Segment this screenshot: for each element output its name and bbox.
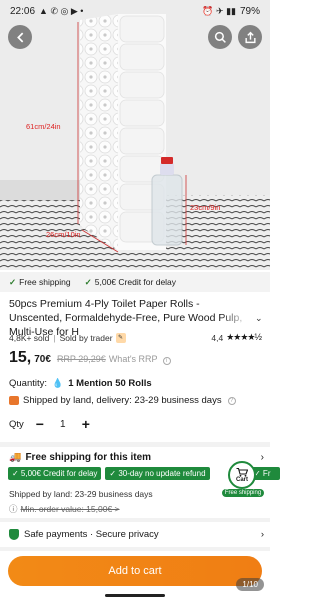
search-button[interactable] (208, 25, 232, 49)
quantity-value[interactable]: 1 (48, 419, 78, 430)
land-shipping-text: Shipped by land: 23-29 business days (9, 489, 153, 499)
trader-badge-icon: ✎ (115, 332, 126, 343)
safe-payments-text: Safe payments · Secure privacy (24, 529, 159, 540)
sold-count: 4,8K+ sold (9, 332, 50, 343)
safe-payments-row[interactable]: Safe payments · Secure privacy › (9, 529, 264, 540)
shipping-tags: ✓ 5,00€ Credit for delay ✓ 30-day no upd… (8, 467, 210, 480)
section-divider (0, 547, 270, 551)
chevron-left-icon (16, 32, 23, 42)
increment-button[interactable]: + (78, 416, 94, 432)
status-bar: 22:06 ▲ ✆ ◎ ▶ • ⏰ ✈ ▮▮ 79% (0, 0, 270, 22)
benefits-strip[interactable]: ✓ Free shipping ✓ 5,00€ Credit for delay (0, 272, 270, 292)
truck-icon: 🚚 (9, 452, 22, 463)
battery-level: 79% (239, 5, 260, 17)
cart-label: Cart (235, 476, 248, 483)
home-indicator[interactable] (105, 594, 165, 597)
share-icon (244, 31, 256, 43)
width-dimension-label: 26cm/10in (46, 230, 81, 239)
shopping-cart-icon (236, 467, 248, 477)
decrement-button[interactable]: − (32, 416, 48, 432)
what-rrp-link[interactable]: What's RRP (109, 354, 158, 364)
signal-icons: ⏰ ✈ ▮▮ (202, 5, 236, 16)
info-icon[interactable]: ? (227, 396, 236, 405)
delay-credit-tag: ✓ 5,00€ Credit for delay (8, 467, 102, 480)
share-button[interactable] (238, 25, 262, 49)
shipping-title: Free shipping for this item (25, 452, 152, 463)
bottle-dimension-label: 23cm/9in (190, 203, 221, 212)
info-icon[interactable]: i (162, 357, 171, 365)
qty-row: Qty − 1 + (9, 416, 94, 432)
rating-stars: ★★★★½ (226, 332, 262, 342)
rrp-price: RRP 29,29€ (56, 354, 106, 364)
delivery-row[interactable]: Shipped by land, delivery: 23-29 busines… (9, 395, 236, 406)
back-button[interactable] (8, 25, 32, 49)
qty-label: Qty (9, 418, 24, 430)
image-counter: 1/10 (236, 578, 264, 591)
delivery-text: Shipped by land, delivery: 23-29 busines… (23, 395, 222, 406)
drop-icon: 💧 (52, 378, 64, 388)
truck-icon (9, 396, 19, 405)
price-main: 15, (9, 349, 32, 366)
price-row: 15, 70€ RRP 29,29€ What's RRP i (9, 349, 171, 367)
price-cents: 70€ (34, 354, 51, 365)
height-dimension-label: 61cm/24in (26, 122, 61, 131)
title-fade (220, 311, 250, 325)
rating[interactable]: 4,4 ★★★★½ (211, 332, 262, 343)
info-icon: ⓘ (9, 504, 18, 514)
cart-icon: Cart (228, 461, 256, 489)
variant-row: Quantity: 💧 1 Mention 50 Rolls (9, 378, 152, 389)
cart-free-shipping-badge: Free shipping (222, 489, 264, 497)
quantity-variant[interactable]: 1 Mention 50 Rolls (68, 378, 151, 389)
delay-credit-benefit: ✓ 5,00€ Credit for delay (85, 277, 176, 288)
expand-title-chevron-icon[interactable]: ⌄ (255, 313, 263, 324)
search-icon (214, 31, 226, 43)
section-divider (0, 442, 270, 447)
min-order-text: Min. order value: 15,00€ > (20, 504, 120, 514)
refund-tag: ✓ 30-day no update refund (105, 467, 210, 480)
floating-cart-button[interactable]: Cart Free shipping (222, 461, 264, 497)
chevron-right-icon: › (260, 529, 264, 540)
free-shipping-benefit: ✓ Free shipping (9, 277, 71, 288)
quantity-stepper[interactable]: − 1 + (32, 416, 94, 432)
sales-rating-row: 4,8K+ sold | Sold by trader ✎ 4,4 ★★★★½ (9, 332, 262, 343)
quantity-label: Quantity: (9, 378, 48, 389)
delay-credit-label: 5,00€ Credit for delay (94, 276, 177, 287)
notification-icons: ▲ ✆ ◎ ▶ • (39, 5, 84, 16)
check-icon: ✓ (9, 276, 17, 287)
seller-link[interactable]: Sold by trader (60, 333, 113, 343)
add-to-cart-button[interactable]: Add to cart (8, 556, 262, 586)
free-shipping-label: Free shipping (19, 276, 71, 287)
check-icon: ✓ (84, 276, 92, 287)
rating-value: 4,4 (211, 332, 224, 343)
status-time: 22:06 (10, 5, 36, 17)
section-divider (0, 518, 270, 522)
min-order-row[interactable]: ⓘ Min. order value: 15,00€ > (9, 503, 120, 515)
separator: | (53, 332, 56, 343)
shield-icon (9, 529, 19, 540)
